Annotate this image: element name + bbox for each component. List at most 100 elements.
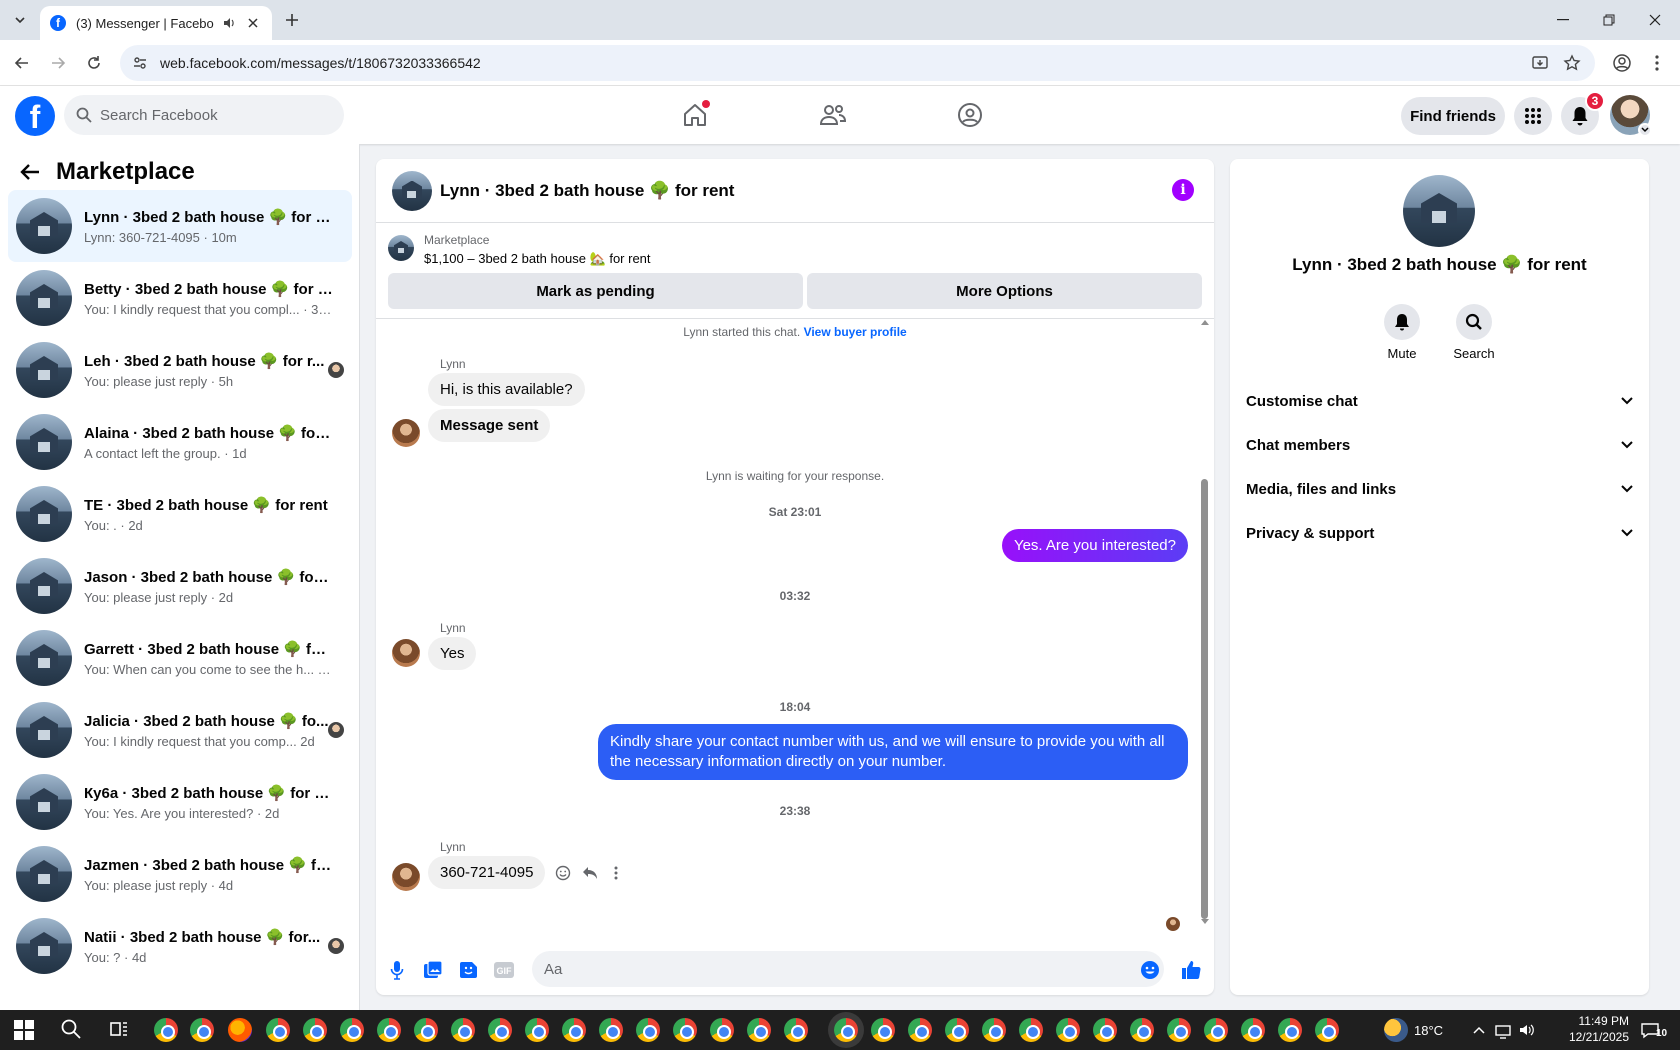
taskbar-firefox-icon[interactable] [228,1018,252,1042]
conversation-item[interactable]: Leh · 3bed 2 bath house 🌳 for r... You: p… [8,334,352,406]
conversation-item[interactable]: Alaina · 3bed 2 bath house 🌳 for ... A co… [8,406,352,478]
taskbar-chrome-icon[interactable] [1167,1018,1191,1042]
search-action[interactable]: Search [1444,304,1504,361]
listing-title[interactable]: $1,100 – 3bed 2 bath house 🏡 for rent [424,251,651,267]
taskbar-chrome-icon[interactable] [1204,1018,1228,1042]
close-tab-icon[interactable] [244,14,262,32]
outgoing-message[interactable]: Kindly share your contact number with us… [598,724,1188,780]
taskbar-chrome-icon[interactable] [488,1018,512,1042]
clock-time[interactable]: 11:49 PM [1569,1014,1629,1028]
address-bar[interactable]: web.facebook.com/messages/t/180673203336… [120,45,1595,81]
conversation-item[interactable]: Lynn · 3bed 2 bath house 🌳 for re... Lynn… [8,190,352,262]
taskbar-chrome-icon[interactable] [871,1018,895,1042]
facebook-logo-icon[interactable]: f [15,96,55,136]
taskbar-chrome-icon[interactable] [303,1018,327,1042]
conversation-item[interactable]: Betty · 3bed 2 bath house 🌳 for r... You:… [8,262,352,334]
taskbar-chrome-icon[interactable] [154,1018,178,1042]
taskbar-chrome-icon[interactable] [945,1018,969,1042]
conversation-item[interactable]: Jason · 3bed 2 bath house 🌳 for r... You:… [8,550,352,622]
bookmark-star-icon[interactable] [1558,49,1586,77]
minimize-icon[interactable] [1540,6,1586,34]
conversation-item[interactable]: Ку6а · 3bed 2 bath house 🌳 for re... You:… [8,766,352,838]
find-friends-button[interactable]: Find friends [1401,97,1505,135]
restore-icon[interactable] [1586,6,1632,34]
privacy-support-section[interactable]: Privacy & support [1246,513,1633,553]
taskbar-chrome-icon[interactable] [562,1018,586,1042]
more-actions-icon[interactable] [606,863,626,883]
sticker-icon[interactable] [458,959,480,981]
install-app-icon[interactable] [1526,49,1554,77]
volume-icon[interactable] [1518,1018,1542,1042]
friends-icon[interactable] [816,98,850,132]
message-input[interactable] [532,951,1164,987]
close-window-icon[interactable] [1632,6,1678,34]
taskbar-chrome-icon[interactable] [1056,1018,1080,1042]
taskbar-chrome-icon[interactable] [1278,1018,1302,1042]
weather-icon[interactable] [1384,1018,1408,1042]
view-buyer-profile-link[interactable]: View buyer profile [804,325,907,339]
speaker-icon[interactable] [220,14,238,32]
info-icon[interactable]: i [1172,179,1194,201]
facebook-search-box[interactable]: Search Facebook [64,95,344,135]
taskbar-chrome-icon[interactable] [525,1018,549,1042]
tab-search-chevron-icon[interactable] [8,8,32,32]
media-files-links-section[interactable]: Media, files and links [1246,469,1633,509]
emoji-icon[interactable] [1139,959,1161,981]
more-options-button[interactable]: More Options [807,273,1202,309]
taskbar-chrome-icon[interactable] [1315,1018,1339,1042]
taskbar-chrome-icon[interactable] [747,1018,771,1042]
outgoing-message[interactable]: Yes. Are you interested? [1001,529,1188,562]
conversation-item[interactable]: Jalicia · 3bed 2 bath house 🌳 fo... You: … [8,694,352,766]
listing-thumbnail[interactable] [388,235,414,261]
incoming-message[interactable]: Yes [428,637,477,670]
reply-icon[interactable] [580,863,600,883]
taskbar-chrome-icon[interactable] [451,1018,475,1042]
taskbar-chrome-icon[interactable] [908,1018,932,1042]
taskbar-chrome-icon[interactable] [266,1018,290,1042]
incoming-message[interactable]: 360-721-4095 [428,856,546,889]
taskbar-chrome-icon[interactable] [673,1018,697,1042]
mark-as-pending-button[interactable]: Mark as pending [388,273,803,309]
conversation-item[interactable]: Garrett · 3bed 2 bath house 🌳 for... You:… [8,622,352,694]
taskbar-chrome-icon[interactable] [636,1018,660,1042]
microphone-icon[interactable] [386,959,408,981]
task-view-icon[interactable] [108,1018,132,1042]
chat-avatar[interactable] [392,170,432,211]
browser-tab-messenger[interactable]: f (3) Messenger | Facebook [40,6,272,40]
back-arrow-icon[interactable] [20,160,44,184]
reload-icon[interactable] [82,51,106,75]
home-icon[interactable] [678,98,712,132]
profile-avatar[interactable] [1610,95,1652,137]
taskbar-chrome-icon[interactable] [377,1018,401,1042]
sender-avatar[interactable] [392,639,420,667]
taskbar-chrome-icon[interactable] [1130,1018,1154,1042]
chat-info-avatar[interactable] [1403,175,1475,247]
taskbar-chrome-icon-active[interactable] [834,1018,858,1042]
menu-grid-icon[interactable] [1514,97,1552,135]
taskbar-chrome-icon[interactable] [982,1018,1006,1042]
taskbar-chrome-icon[interactable] [784,1018,808,1042]
incoming-message[interactable]: Hi, is this available? [428,373,585,406]
photo-attach-icon[interactable] [422,959,444,981]
tray-chevron-up-icon[interactable] [1472,1018,1496,1042]
chat-members-section[interactable]: Chat members [1246,425,1633,465]
profile-account-icon[interactable] [1608,49,1636,77]
taskbar-chrome-icon[interactable] [1093,1018,1117,1042]
taskbar-chrome-icon[interactable] [710,1018,734,1042]
scrollbar-thumb[interactable] [1201,479,1208,919]
conversation-item[interactable]: TE · 3bed 2 bath house 🌳 for rent You: . … [8,478,352,550]
taskbar-chrome-icon[interactable] [414,1018,438,1042]
taskbar-chrome-icon[interactable] [1019,1018,1043,1042]
new-tab-plus-icon[interactable] [280,8,304,32]
notifications-bell-icon[interactable]: 3 [1561,91,1605,135]
site-info-icon[interactable] [130,53,150,73]
react-emoji-icon[interactable] [553,863,573,883]
forward-arrow-icon[interactable] [46,51,70,75]
taskbar-chrome-icon[interactable] [340,1018,364,1042]
conversation-item[interactable]: Natii · 3bed 2 bath house 🌳 for... You: ?… [8,910,352,982]
sender-avatar[interactable] [392,419,420,447]
taskbar-chrome-icon[interactable] [1241,1018,1265,1042]
thumbs-up-icon[interactable] [1180,959,1202,981]
sender-avatar[interactable] [392,863,420,891]
taskbar-search-icon[interactable] [60,1018,84,1042]
